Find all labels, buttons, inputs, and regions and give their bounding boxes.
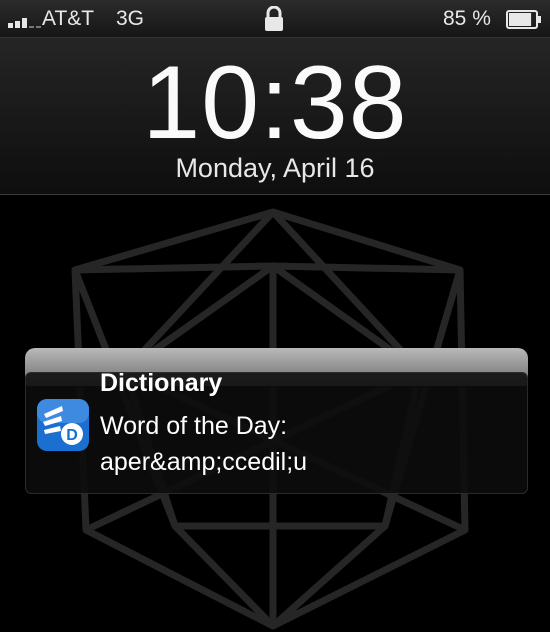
notification-app-name: Dictionary bbox=[100, 369, 223, 397]
battery-percentage: 85 % bbox=[443, 7, 491, 30]
clock-panel: 10:38 Monday, April 16 bbox=[0, 38, 550, 195]
network-type: 3G bbox=[116, 7, 145, 30]
lock-icon bbox=[265, 6, 283, 31]
status-bar: AT&T 3G 85 % bbox=[0, 0, 550, 38]
lock-screen-time: 10:38 bbox=[142, 45, 408, 161]
battery-icon bbox=[506, 10, 541, 29]
notification-message-line1: Word of the Day: bbox=[100, 412, 288, 440]
dictionary-app-icon: D bbox=[37, 399, 89, 451]
carrier-name: AT&T bbox=[42, 7, 95, 30]
svg-text:D: D bbox=[66, 427, 78, 444]
lock-screen-date: Monday, April 16 bbox=[175, 153, 375, 183]
notification-message-line2: aper&amp;ccedil;u bbox=[100, 448, 308, 476]
